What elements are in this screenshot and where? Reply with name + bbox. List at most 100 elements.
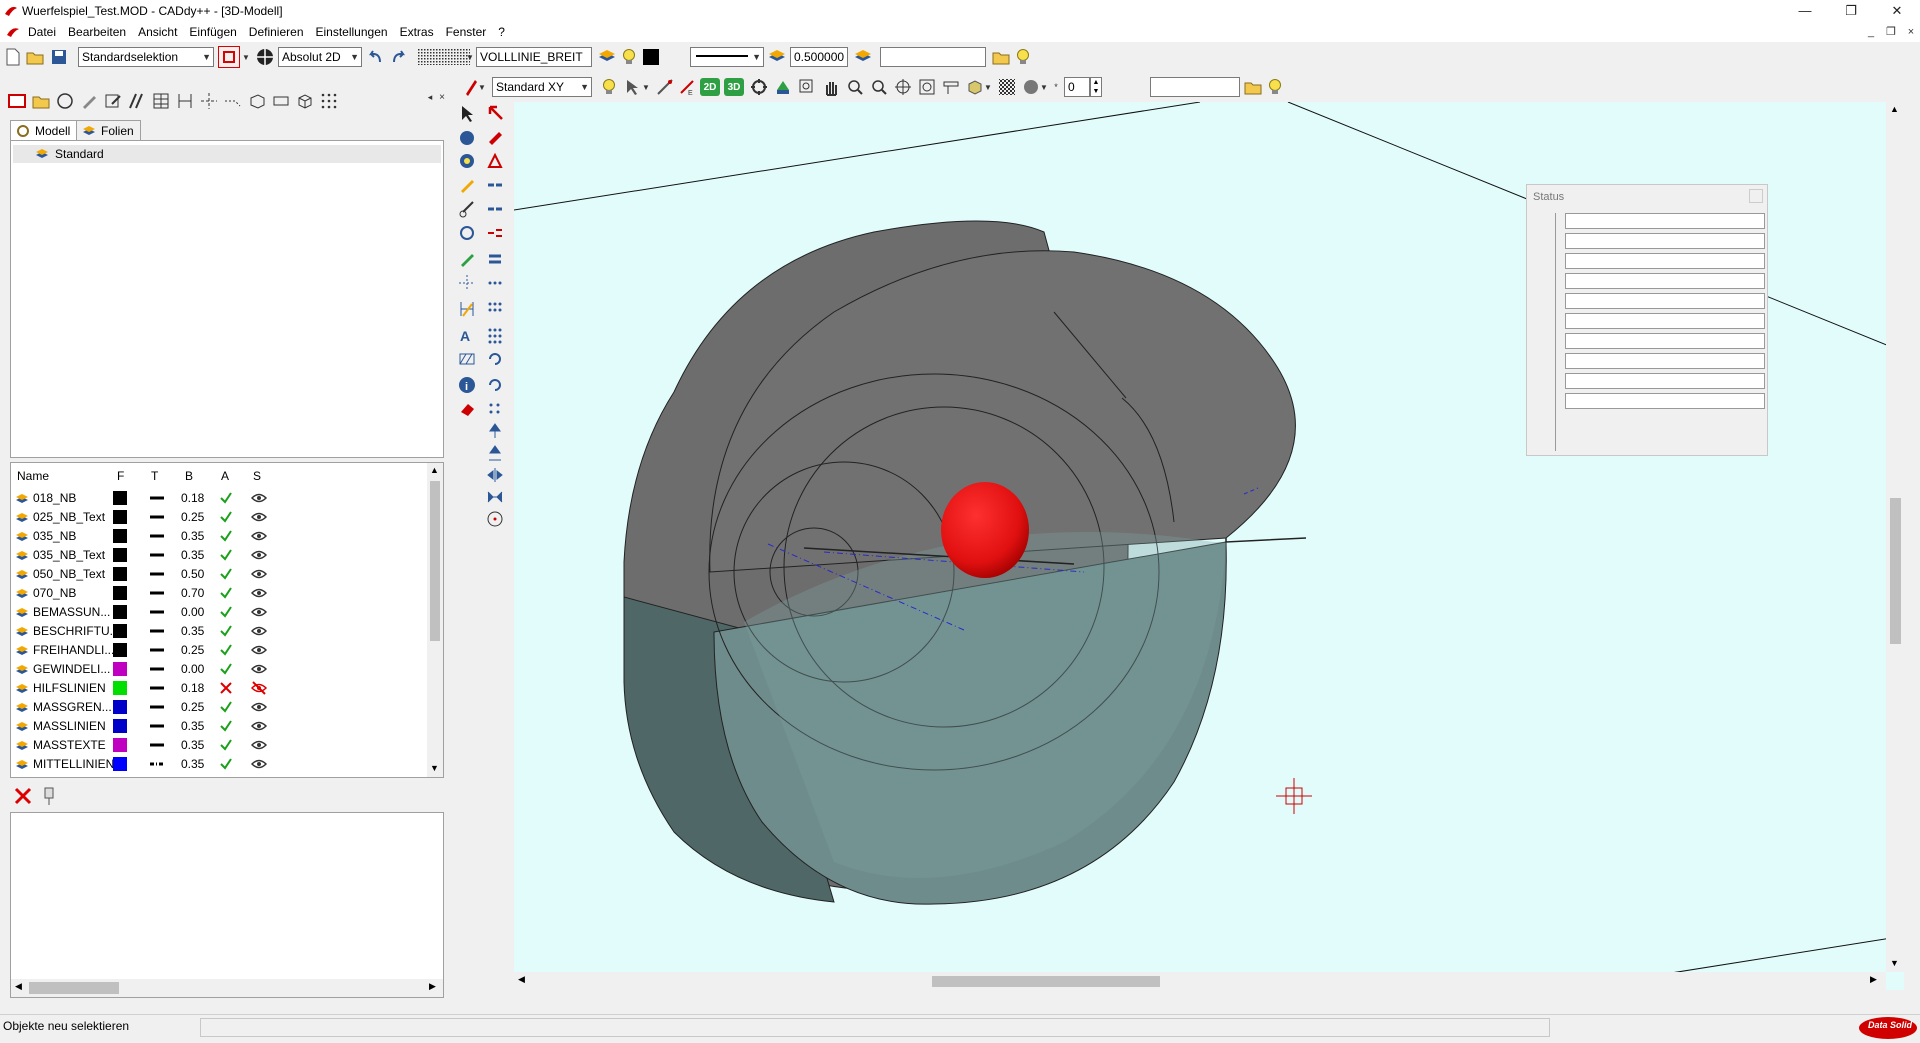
layer-linestyle-icon[interactable] [149,571,165,577]
spin-stepper[interactable]: ▲ ▼ [1090,77,1102,97]
mdi-restore-button[interactable]: ❐ [1882,24,1900,40]
col-s-header[interactable]: S [253,469,261,483]
mdi-doc-icon[interactable] [6,26,20,38]
chevron-down-icon[interactable]: ▼ [240,46,252,68]
delete-layer-icon[interactable] [12,785,34,807]
menu-extras[interactable]: Extras [394,22,440,42]
modify-tool-icon[interactable] [484,126,506,148]
layer-linestyle-icon[interactable] [149,647,165,653]
zoom-out-icon[interactable] [868,76,890,98]
selection-mode-combo[interactable]: Standardselektion ▼ [78,47,214,67]
layer-color-swatch[interactable] [113,586,127,600]
edit-line-icon[interactable]: E [676,76,698,98]
measure-icon[interactable] [654,76,676,98]
mdi-close-button[interactable]: × [1902,24,1920,40]
tree-item-standard[interactable]: Standard [13,145,441,163]
coord-mode-combo[interactable]: Absolut 2D ▼ [278,47,362,67]
chevron-down-icon[interactable]: ▼ [464,46,476,68]
layer-width[interactable]: 0.35 [181,755,204,774]
layer-width[interactable]: 0.25 [181,698,204,717]
crosshair-icon[interactable] [198,90,220,112]
layer-width[interactable]: 0.35 [181,717,204,736]
modify-tool-icon[interactable] [484,150,506,172]
layer-width[interactable]: 0.00 [181,660,204,679]
layer-linestyle-icon[interactable] [149,704,165,710]
layer-row[interactable]: 035_NB_Text 0.35 [11,546,427,565]
scroll-left-icon[interactable]: ◀ [518,974,525,985]
col-a-header[interactable]: A [221,469,229,483]
scroll-right-icon[interactable]: ▶ [429,981,436,992]
dimension-icon[interactable] [174,90,196,112]
layer-width[interactable]: 0.25 [181,508,204,527]
scroll-thumb[interactable] [430,481,440,641]
modify-tool-icon[interactable] [484,464,506,486]
globe-icon[interactable] [456,150,478,172]
lightbulb-icon[interactable] [618,46,640,68]
layer-color-swatch[interactable] [113,567,127,581]
save-icon[interactable] [48,46,70,68]
modify-tool-icon[interactable] [484,398,506,420]
layer-linestyle-icon[interactable] [149,685,165,691]
search-field-2[interactable] [1150,77,1240,97]
layer-width[interactable]: 0.18 [181,679,204,698]
layer-row[interactable]: 025_NB_Text 0.25 [11,508,427,527]
view-2d-button[interactable]: 2D [700,78,720,96]
modify-tool-icon[interactable] [484,442,506,464]
panel-pin-icon[interactable]: ◂ [424,86,436,108]
pan-hand-icon[interactable] [820,76,842,98]
layer-color-swatch[interactable] [113,719,127,733]
search-field-1[interactable] [880,47,986,67]
layer-width[interactable]: 0.25 [181,641,204,660]
modify-tool-icon[interactable] [484,198,506,220]
layer-row[interactable]: MASSTEXTE 0.35 [11,736,427,755]
rotate-copy-icon[interactable] [456,222,478,244]
viewport-icon[interactable] [6,90,28,112]
color-swatch-black[interactable] [640,46,662,68]
layer-linestyle-icon[interactable] [149,609,165,615]
cube-icon[interactable] [294,90,316,112]
redo-icon[interactable] [388,46,410,68]
scroll-thumb[interactable] [29,982,119,994]
layer-linestyle-icon[interactable] [149,723,165,729]
layer-color-swatch[interactable] [113,700,127,714]
pencil-icon[interactable] [456,174,478,196]
layer-color-swatch[interactable] [113,510,127,524]
layer-row[interactable]: 035_NB 0.35 [11,527,427,546]
scroll-up-icon[interactable]: ▲ [1890,104,1899,114]
layer-width[interactable]: 0.35 [181,622,204,641]
rect-tool-icon[interactable] [270,90,292,112]
chevron-down-icon[interactable]: ▼ [640,76,652,98]
layer-linestyle-icon[interactable] [149,628,165,634]
modify-tool-icon[interactable] [484,348,506,370]
chevron-down-icon[interactable]: ▼ [982,76,994,98]
layer-row[interactable]: BEMASSUN... 0.00 [11,603,427,622]
layer-row[interactable]: 050_NB_Text 0.50 [11,565,427,584]
tab-model[interactable]: Modell [10,120,78,140]
modify-tool-icon[interactable] [484,298,506,320]
modify-tool-icon[interactable] [484,174,506,196]
minimize-button[interactable]: — [1782,0,1828,22]
scroll-up-icon[interactable]: ▲ [430,465,439,475]
layer-row[interactable]: FREIHANDLI... 0.25 [11,641,427,660]
sphere-icon[interactable] [456,126,478,148]
modify-tool-icon[interactable] [484,222,506,244]
box-3d-icon[interactable] [246,90,268,112]
lightbulb-icon[interactable] [1264,76,1286,98]
panel-close-icon[interactable]: × [436,86,448,108]
layer-row[interactable]: MASSGREN... 0.25 [11,698,427,717]
layer-row[interactable]: MITTELLINIEN 0.35 [11,755,427,774]
scroll-down-icon[interactable]: ▼ [430,763,439,773]
layer-row[interactable]: 018_NB 0.18 [11,489,427,508]
layer-row[interactable]: BESCHRIFTU... 0.35 [11,622,427,641]
menu-bearbeiten[interactable]: Bearbeiten [62,22,132,42]
layer-color-swatch[interactable] [113,529,127,543]
layer-linestyle-icon[interactable] [149,552,165,558]
properties-scrollbar-h[interactable]: ◀ ▶ [11,979,443,997]
col-b-header[interactable]: B [185,469,193,483]
layer-color-swatch[interactable] [113,643,127,657]
zoom-extents-icon[interactable] [916,76,938,98]
zoom-all-icon[interactable] [892,76,914,98]
new-file-icon[interactable] [2,46,24,68]
line-width-field[interactable]: 0.500000 [790,47,848,67]
layer-linestyle-icon[interactable] [149,761,165,767]
